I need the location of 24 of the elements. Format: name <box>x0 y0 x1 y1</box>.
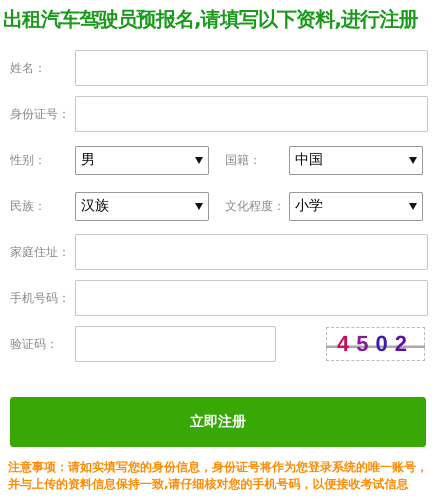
caret-icon <box>195 156 203 164</box>
notice-text: 注意事项：请如实填写您的身份信息，身份证号将作为您登录系统的唯一账号，并与上传的资料信息保持一致,请仔细核对您的手机号码，以便接收考试信息 <box>8 459 428 493</box>
field-label: 身份证号： <box>10 106 71 122</box>
input-field[interactable] <box>75 234 428 270</box>
input-field[interactable] <box>75 280 428 316</box>
caret-icon <box>409 156 417 164</box>
field-label: 姓名： <box>10 60 47 76</box>
input-field[interactable] <box>75 50 428 86</box>
field-label: 民族： <box>10 198 47 214</box>
field-label: 手机号码： <box>10 290 71 306</box>
field-label: 验证码： <box>10 336 59 352</box>
field-label: 性别： <box>10 152 47 168</box>
page-title: 出租汽车驾驶员预报名,请填写以下资料,进行注册 <box>2 6 419 33</box>
input-field[interactable] <box>75 326 276 362</box>
input-field[interactable] <box>75 96 428 132</box>
dropdown[interactable]: 小学 <box>289 192 423 220</box>
field-label: 文化程度： <box>225 198 286 214</box>
dropdown[interactable]: 男 <box>75 146 209 174</box>
field-label: 家庭住址： <box>10 244 71 260</box>
caret-icon <box>195 202 203 210</box>
dropdown[interactable]: 中国 <box>289 146 423 174</box>
caret-icon <box>409 202 417 210</box>
field-label: 国籍： <box>225 152 262 168</box>
dropdown[interactable]: 汉族 <box>75 192 209 220</box>
